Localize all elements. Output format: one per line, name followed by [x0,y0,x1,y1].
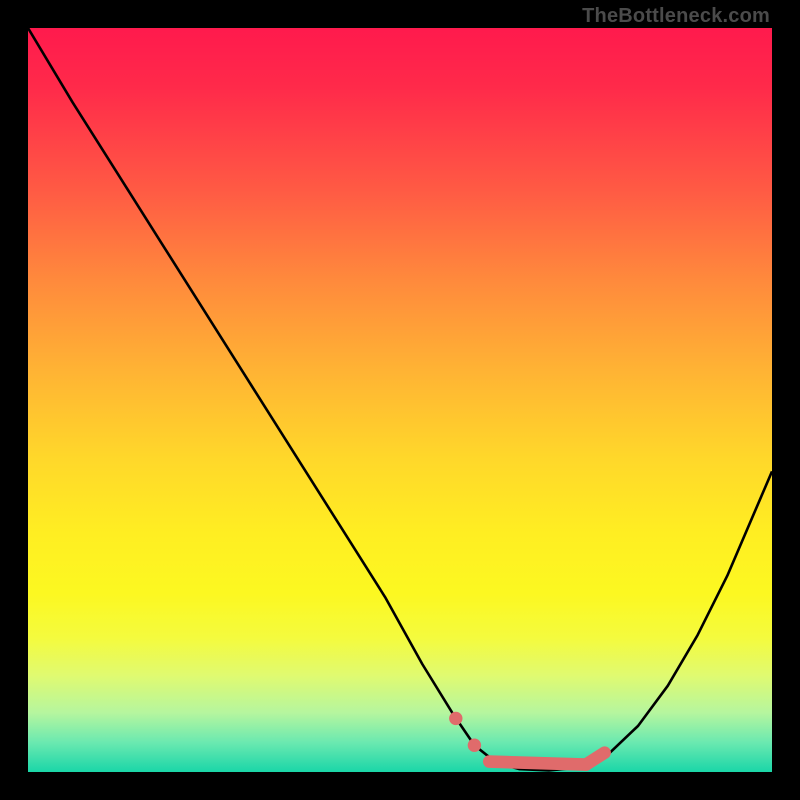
bottleneck-curve [28,28,772,771]
chart-stage: TheBottleneck.com [0,0,800,800]
marker-segment [489,762,586,765]
bottleneck-curve-path [28,28,772,771]
marker-dot [468,739,481,752]
marker-dot [449,712,462,725]
curve-layer [28,28,772,772]
watermark-text: TheBottleneck.com [582,6,770,26]
plot-area [28,28,772,772]
marker-overlay [449,712,605,765]
marker-segment [586,753,605,765]
